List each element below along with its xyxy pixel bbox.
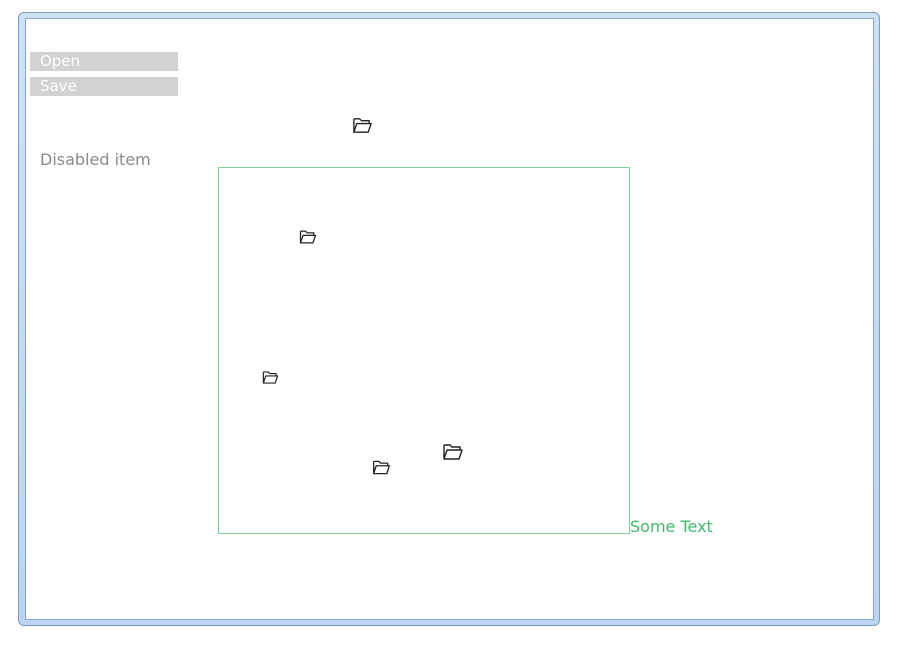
- drop-area[interactable]: [218, 167, 630, 534]
- some-text-label: Some Text: [630, 517, 713, 536]
- folder-icon[interactable]: [298, 227, 318, 247]
- open-button[interactable]: Open: [30, 52, 178, 71]
- folder-icon[interactable]: [371, 457, 392, 478]
- folder-icon[interactable]: [261, 368, 280, 387]
- save-button[interactable]: Save: [30, 77, 178, 96]
- folder-icon[interactable]: [441, 440, 465, 464]
- disabled-item: Disabled item: [40, 150, 151, 169]
- folder-icon[interactable]: [351, 114, 374, 137]
